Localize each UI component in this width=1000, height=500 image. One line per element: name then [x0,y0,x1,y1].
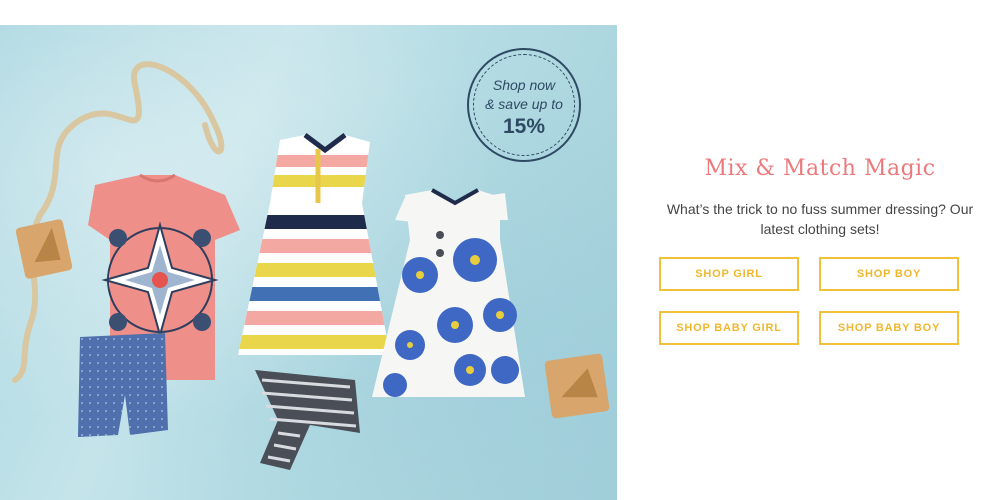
blue-floral-dress [372,188,525,397]
shop-baby-girl-button[interactable]: SHOP BABY GIRL [659,311,799,345]
hero-image[interactable]: Shop now & save up to 15% [0,25,617,500]
wooden-tile-left [15,219,73,279]
shop-girl-button[interactable]: SHOP GIRL [659,257,799,291]
description: What’s the trick to no fuss summer dress… [666,201,974,237]
wooden-tile-right [544,353,610,419]
shop-baby-boy-button[interactable]: SHOP BABY BOY [819,311,959,345]
shop-boy-button[interactable]: SHOP BOY [819,257,959,291]
promo-discount: 15% [502,115,546,138]
blue-polka-dot-shorts [78,333,168,437]
striped-sleeveless-dress [238,133,390,355]
striped-leggings [255,370,360,470]
promo-panel: Mix & Match Magic What’s the trick to no… [640,25,1000,500]
promo-line-save: & save up to [485,96,563,112]
headline: Mix & Match Magic [704,156,936,181]
promo-badge[interactable]: Shop now & save up to 15% [467,48,581,162]
promo-line-shop-now: Shop now [492,77,556,93]
